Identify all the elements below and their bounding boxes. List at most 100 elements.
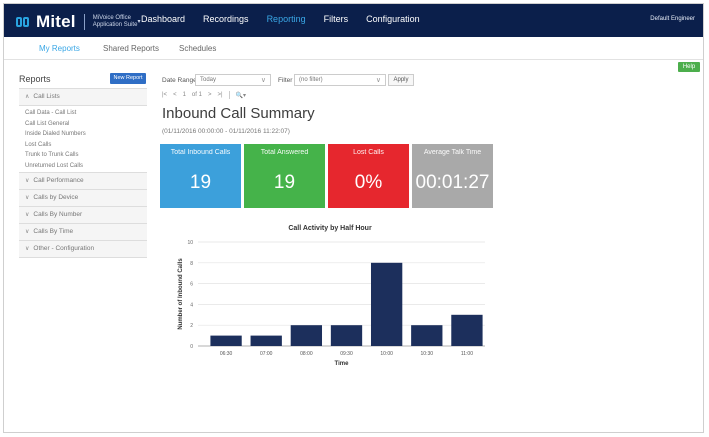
tile-average-talk-time: Average Talk Time 00:01:27 bbox=[412, 144, 493, 208]
chart-bar bbox=[411, 325, 443, 346]
category-calls-by-time[interactable]: ∨ Calls By Time bbox=[19, 224, 147, 241]
category-label: Calls by Device bbox=[33, 194, 79, 201]
tile-lost-calls: Lost Calls 0% bbox=[328, 144, 409, 208]
tile-total-inbound-calls: Total Inbound Calls 19 bbox=[160, 144, 241, 208]
filter-label: Filter bbox=[278, 77, 293, 84]
mitel-logo[interactable]: Mitel MiVoice Office Application Suite ▾ bbox=[16, 12, 140, 32]
filter-select[interactable]: (no filter) ∨ bbox=[294, 74, 386, 86]
suite-subtitle: Application Suite bbox=[92, 22, 138, 28]
app-window: Mitel MiVoice Office Application Suite ▾… bbox=[3, 3, 704, 433]
filter-value: (no filter) bbox=[299, 77, 323, 83]
tab-shared-reports[interactable]: Shared Reports bbox=[103, 44, 159, 53]
chart-bar bbox=[451, 314, 483, 346]
report-lost-calls[interactable]: Lost Calls bbox=[19, 140, 147, 151]
report-call-data-call-list[interactable]: Call Data - Call List bbox=[19, 108, 147, 119]
category-calls-by-number[interactable]: ∨ Calls By Number bbox=[19, 207, 147, 224]
x-tick-label: 09:30 bbox=[340, 351, 353, 357]
tile-value: 0% bbox=[354, 172, 383, 193]
date-range-label: Date Range bbox=[162, 77, 197, 84]
page-count: of 1 bbox=[191, 92, 202, 98]
chevron-down-icon: ∨ bbox=[25, 212, 30, 218]
report-call-list-general[interactable]: Call List General bbox=[19, 119, 147, 130]
tile-label: Total Answered bbox=[260, 149, 309, 156]
x-tick-label: 10:00 bbox=[380, 351, 393, 357]
first-page-icon[interactable]: |< bbox=[162, 92, 167, 98]
logo-divider bbox=[83, 14, 85, 30]
chevron-down-icon[interactable]: ▾ bbox=[137, 19, 140, 26]
mitel-logo-icon bbox=[16, 15, 32, 29]
tab-schedules[interactable]: Schedules bbox=[179, 44, 216, 53]
suite-name: MiVoice Office bbox=[92, 15, 131, 21]
nav-dashboard[interactable]: Dashboard bbox=[141, 14, 185, 24]
call-list-items: Call Data - Call List Call List General … bbox=[19, 106, 147, 173]
category-call-lists[interactable]: ∧ Call Lists bbox=[19, 89, 147, 106]
date-range-value: Today bbox=[200, 77, 217, 83]
tile-value: 19 bbox=[189, 172, 212, 193]
report-unreturned-lost-calls[interactable]: Unreturned Lost Calls bbox=[19, 161, 147, 172]
nav-recordings[interactable]: Recordings bbox=[203, 14, 249, 24]
apply-button[interactable]: Apply bbox=[388, 74, 414, 86]
pager-divider bbox=[228, 91, 230, 99]
nav-filters[interactable]: Filters bbox=[324, 14, 349, 24]
nav-reporting[interactable]: Reporting bbox=[267, 14, 306, 24]
category-calls-by-device[interactable]: ∨ Calls by Device bbox=[19, 190, 147, 207]
brand-name: Mitel bbox=[36, 12, 76, 31]
main-nav: Dashboard Recordings Reporting Filters C… bbox=[141, 14, 438, 24]
report-inside-dialed-numbers[interactable]: Inside Dialed Numbers bbox=[19, 129, 147, 140]
summary-tiles: Total Inbound Calls 19 Total Answered 19… bbox=[160, 144, 493, 208]
y-axis-label: Number of Inbound Calls bbox=[178, 258, 184, 330]
tile-label: Average Talk Time bbox=[423, 149, 482, 156]
chevron-down-icon: ∨ bbox=[375, 77, 381, 84]
chevron-down-icon: ∨ bbox=[25, 178, 30, 184]
report-title: Inbound Call Summary bbox=[162, 105, 315, 122]
report-trunk-to-trunk-calls[interactable]: Trunk to Trunk Calls bbox=[19, 150, 147, 161]
y-tick-label: 0 bbox=[190, 344, 193, 350]
chevron-down-icon: ∨ bbox=[25, 246, 30, 252]
category-label: Calls By Number bbox=[33, 211, 83, 218]
chart-bar bbox=[210, 335, 242, 346]
sub-navigation: My Reports Shared Reports Schedules bbox=[4, 37, 703, 60]
top-navigation-bar: Mitel MiVoice Office Application Suite ▾… bbox=[4, 4, 703, 37]
chart-bar bbox=[290, 325, 323, 346]
category-label: Call Lists bbox=[33, 93, 60, 100]
x-tick-label: 11:00 bbox=[461, 351, 473, 357]
user-menu[interactable]: Default Engineer bbox=[650, 16, 695, 22]
chevron-down-icon: ∨ bbox=[25, 229, 30, 235]
report-category-list: ∧ Call Lists Call Data - Call List Call L… bbox=[19, 88, 147, 258]
chart-bar bbox=[330, 325, 363, 346]
help-button[interactable]: Help bbox=[678, 62, 700, 72]
next-page-icon[interactable]: > bbox=[208, 92, 212, 98]
new-report-button[interactable]: New Report bbox=[110, 73, 146, 84]
sidebar-title: Reports bbox=[19, 74, 51, 84]
category-label: Call Performance bbox=[33, 177, 84, 184]
export-icon[interactable]: 🔍▾ bbox=[236, 92, 246, 99]
tile-total-answered: Total Answered 19 bbox=[244, 144, 325, 208]
report-date-range: (01/11/2016 00:00:00 - 01/11/2016 11:22:… bbox=[162, 128, 290, 135]
chart-bar bbox=[370, 262, 403, 346]
x-tick-label: 07:00 bbox=[260, 351, 273, 357]
application-suite-switcher[interactable]: MiVoice Office Application Suite bbox=[93, 15, 138, 29]
chevron-down-icon: ∨ bbox=[260, 77, 266, 84]
last-page-icon[interactable]: >| bbox=[217, 92, 222, 98]
y-tick-label: 4 bbox=[190, 302, 193, 308]
previous-page-icon[interactable]: < bbox=[173, 92, 177, 98]
tab-my-reports[interactable]: My Reports bbox=[39, 44, 80, 53]
chart-bar bbox=[250, 335, 282, 346]
y-tick-label: 6 bbox=[190, 282, 193, 288]
chevron-up-icon: ∧ bbox=[25, 94, 30, 100]
x-tick-label: 08:00 bbox=[300, 351, 313, 357]
chevron-down-icon: ∨ bbox=[25, 195, 30, 201]
tile-label: Lost Calls bbox=[353, 149, 384, 156]
y-tick-label: 8 bbox=[190, 261, 193, 267]
nav-configuration[interactable]: Configuration bbox=[366, 14, 420, 24]
current-page[interactable]: 1 bbox=[183, 92, 186, 98]
chart-canvas: 0 2 4 6 8 10 06:30 07:00 08:00 09:30 10:00 10:30 11:… bbox=[178, 240, 485, 367]
category-label: Other - Configuration bbox=[33, 245, 95, 252]
category-call-performance[interactable]: ∨ Call Performance bbox=[19, 173, 147, 190]
chart-title: Call Activity by Half Hour bbox=[288, 225, 372, 232]
x-axis-label: Time bbox=[335, 361, 350, 367]
category-other-configuration[interactable]: ∨ Other - Configuration bbox=[19, 241, 147, 258]
date-range-select[interactable]: Today ∨ bbox=[195, 74, 271, 86]
tile-label: Total Inbound Calls bbox=[170, 149, 231, 156]
tile-value: 19 bbox=[273, 172, 296, 193]
